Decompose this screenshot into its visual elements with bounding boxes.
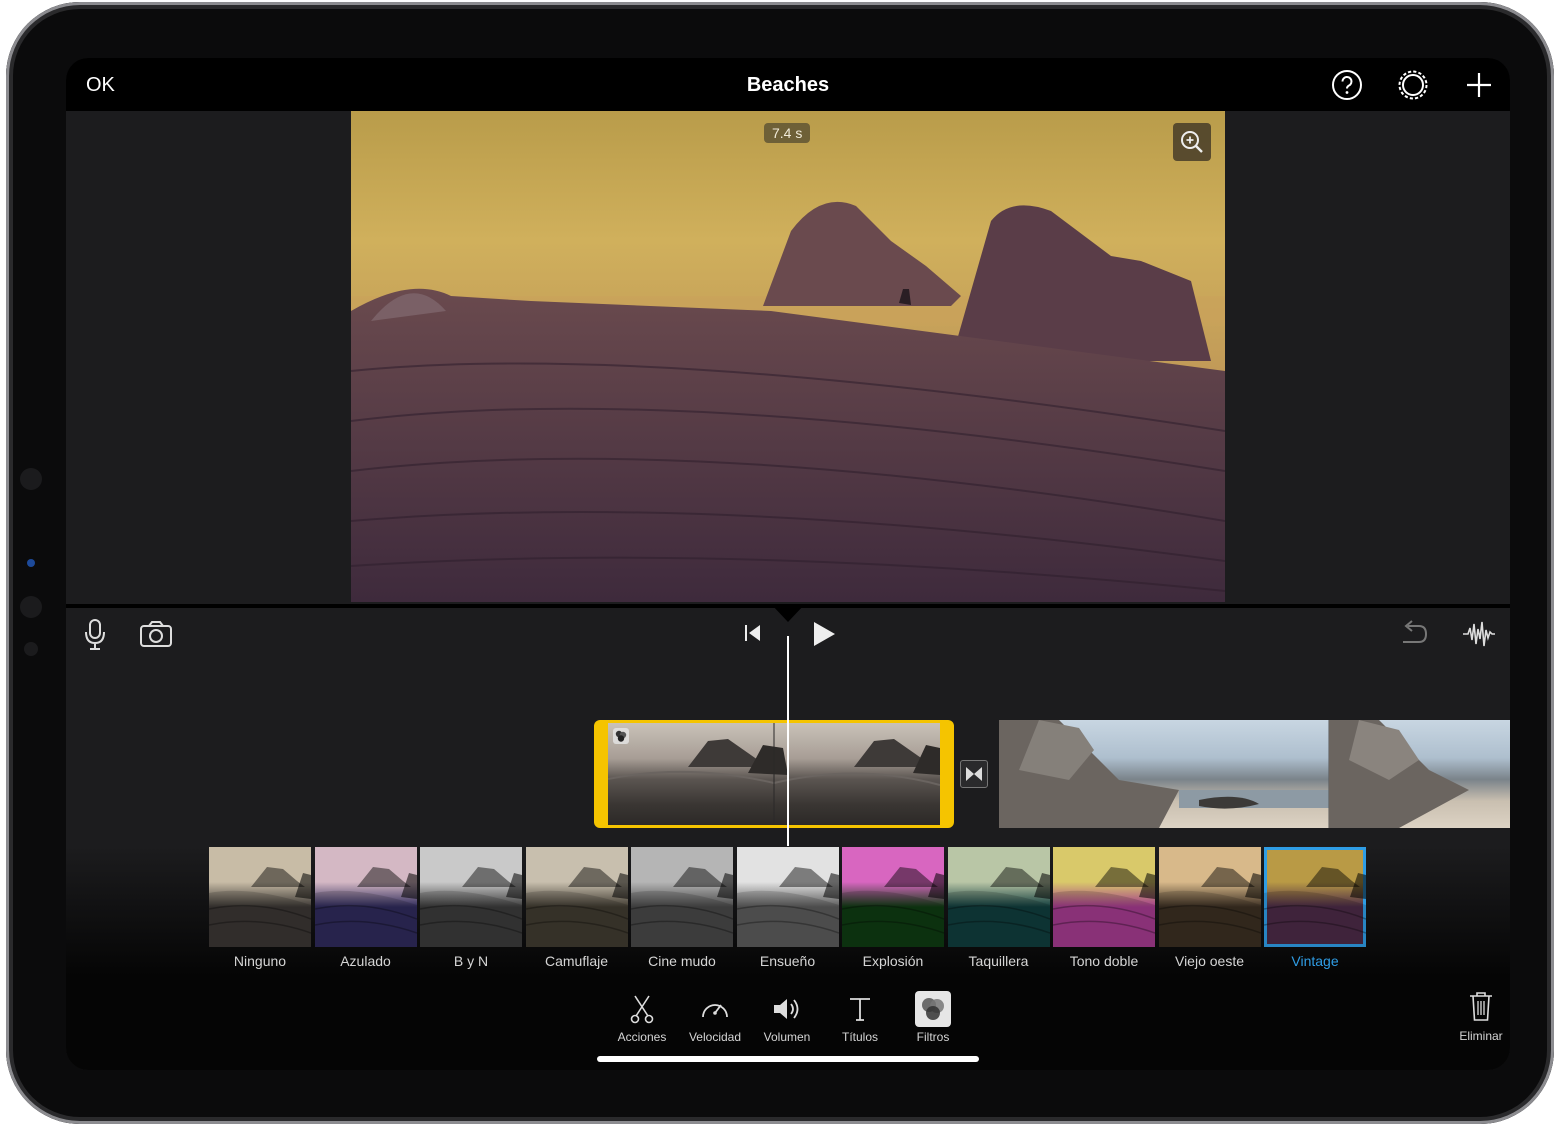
filter-label: Cine mudo: [648, 953, 716, 969]
undo-icon[interactable]: [1399, 620, 1429, 648]
filter-label: B y N: [453, 953, 489, 969]
filter-option[interactable]: Tono doble: [1053, 847, 1155, 969]
help-icon[interactable]: [1331, 69, 1363, 101]
playhead[interactable]: [787, 636, 789, 846]
text-t-icon: [850, 998, 870, 1021]
titles-tool[interactable]: Títulos: [825, 992, 895, 1044]
filter-thumbnail: [209, 847, 311, 947]
speed-label: Velocidad: [688, 1030, 742, 1044]
filters-strip: Ninguno Azulado B y N Camuflaje Cine mudo Ens…: [66, 846, 1510, 976]
trash-icon: [1470, 992, 1492, 1021]
filter-applied-icon: [613, 728, 629, 744]
transition-button[interactable]: [960, 760, 988, 788]
filter-label: Taquillera: [968, 953, 1029, 969]
zoom-in-icon: [1181, 131, 1203, 153]
filter-thumbnail: [314, 847, 417, 947]
filter-option[interactable]: Explosión: [842, 847, 944, 969]
video-viewer: 7.4 s: [66, 111, 1510, 604]
selected-clip-thumbnails: [608, 723, 940, 825]
filter-label: Explosión: [862, 953, 924, 969]
titles-label: Títulos: [841, 1030, 878, 1044]
timeline[interactable]: [66, 636, 1510, 846]
volume-tool[interactable]: Volumen: [752, 992, 822, 1044]
selected-clip[interactable]: [594, 720, 954, 828]
app-screen: OK Beaches 7.4 s Ninguno Azulado B y N C…: [66, 58, 1510, 1070]
filter-thumbnail: [1264, 847, 1366, 947]
filter-label: Azulado: [340, 953, 391, 969]
filter-option[interactable]: Camuflaje: [525, 847, 628, 969]
speed-tool[interactable]: Velocidad: [680, 992, 750, 1044]
filter-option[interactable]: Ninguno: [209, 847, 311, 969]
top-bar: OK Beaches: [66, 58, 1510, 111]
beach-scene-image: [351, 111, 1225, 602]
video-preview[interactable]: 7.4 s: [351, 111, 1225, 602]
filter-option[interactable]: Viejo oeste: [1158, 847, 1261, 969]
filter-label: Camuflaje: [544, 953, 609, 969]
transition-icon: [966, 767, 982, 781]
scissors-icon: [630, 995, 654, 1024]
filter-thumbnail: [842, 847, 944, 947]
actions-tool[interactable]: Acciones: [607, 992, 677, 1044]
filters-label: Filtros: [916, 1030, 950, 1044]
microphone-icon[interactable]: [84, 618, 106, 652]
filter-label: Viejo oeste: [1174, 953, 1244, 969]
delete-label: Eliminar: [1459, 1029, 1503, 1043]
filter-label: Vintage: [1291, 953, 1339, 969]
filter-option[interactable]: Taquillera: [947, 847, 1050, 969]
filter-thumbnail: [1158, 847, 1261, 947]
audio-waveform-icon[interactable]: [1462, 620, 1496, 648]
filter-thumbnail: [631, 847, 733, 947]
clip-duration-badge: 7.4 s: [764, 123, 811, 143]
filter-thumbnail: [420, 847, 522, 947]
delete-tool[interactable]: Eliminar: [1452, 990, 1510, 1043]
filter-label: Tono doble: [1069, 953, 1139, 969]
camera-sensor: [27, 559, 35, 567]
bottom-toolbar: Acciones Velocidad Volumen Títulos Filtr…: [66, 976, 1510, 1070]
filters-icon: [915, 991, 951, 1027]
settings-gear-icon[interactable]: [1397, 69, 1429, 101]
clip-frames-image: [608, 723, 940, 825]
filter-option[interactable]: Ensueño: [736, 847, 839, 969]
volume-label: Volumen: [763, 1030, 811, 1044]
project-title: Beaches: [746, 74, 830, 96]
filter-option[interactable]: B y N: [420, 847, 522, 969]
camera-icon[interactable]: [139, 620, 173, 648]
actions-label: Acciones: [617, 1030, 667, 1044]
filter-option[interactable]: Vintage: [1264, 847, 1366, 969]
speedometer-icon: [702, 1004, 728, 1018]
filter-option[interactable]: Azulado: [314, 847, 417, 969]
add-icon[interactable]: [1463, 69, 1495, 101]
zoom-button[interactable]: [1173, 123, 1211, 161]
next-clip-frames-image: [999, 720, 1469, 828]
speaker-icon: [774, 999, 799, 1019]
play-icon[interactable]: [811, 620, 837, 648]
ipad-frame: OK Beaches 7.4 s Ninguno Azulado B y N C…: [6, 2, 1554, 1124]
filter-thumbnail: [736, 847, 839, 947]
camera-lens: [20, 468, 42, 490]
playhead-marker-icon: [771, 604, 805, 622]
filter-thumbnail: [525, 847, 628, 947]
home-indicator[interactable]: [597, 1056, 979, 1062]
filter-label: Ensueño: [759, 953, 816, 969]
next-clip[interactable]: [999, 720, 1510, 828]
filter-option[interactable]: Cine mudo: [631, 847, 733, 969]
skip-to-start-icon[interactable]: [742, 622, 764, 644]
filters-tool[interactable]: Filtros: [898, 991, 968, 1044]
camera-lens: [20, 596, 42, 618]
camera-lens: [24, 642, 38, 656]
filter-thumbnail: [947, 847, 1050, 947]
filter-label: Ninguno: [233, 953, 287, 969]
filter-thumbnail: [1053, 847, 1155, 947]
